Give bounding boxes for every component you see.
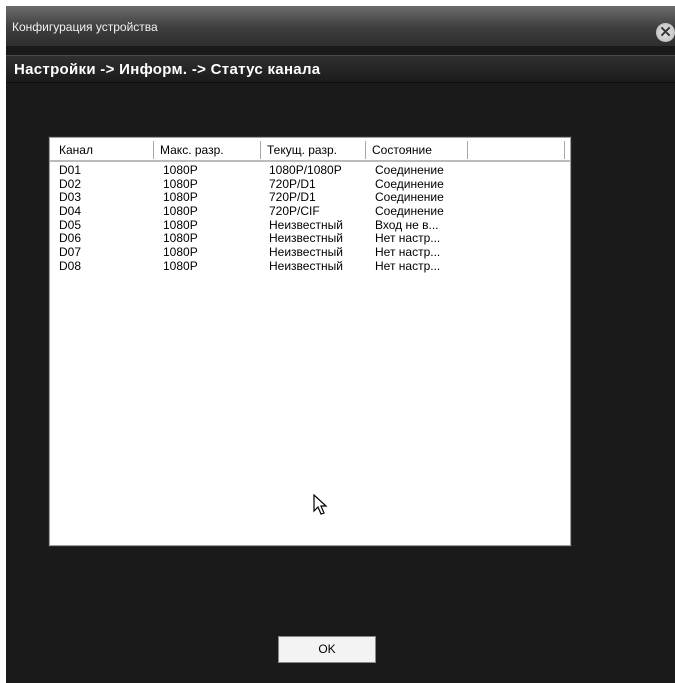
cell-channel: D07 (59, 245, 82, 260)
channel-status-table[interactable]: Канал Макс. разр. Текущ. разр. Состояние… (49, 137, 571, 546)
table-row[interactable]: D05 1080P Неизвестный Вход не в... (50, 218, 570, 232)
cell-max-res: 1080P (163, 163, 198, 177)
cell-max-res: 1080P (163, 204, 198, 219)
cell-max-res: 1080P (163, 258, 198, 273)
breadcrumb-bar: Настройки -> Информ. -> Статус канала (6, 55, 675, 83)
table-row[interactable]: D01 1080P 1080P/1080P Соединение (50, 163, 570, 177)
column-header-channel[interactable]: Канал (53, 141, 154, 159)
title-bar[interactable]: Конфигурация устройства ✕ (6, 6, 675, 46)
cell-max-res: 1080P (163, 190, 198, 205)
cell-status: Вход не в... (375, 217, 439, 232)
cell-current-res: Неизвестный (269, 231, 343, 246)
cell-current-res: Неизвестный (269, 245, 343, 260)
mouse-cursor-icon (313, 494, 328, 515)
cell-max-res: 1080P (163, 245, 198, 260)
cell-channel: D03 (59, 190, 82, 205)
column-header-status[interactable]: Состояние (366, 141, 468, 159)
cell-current-res: Неизвестный (269, 258, 343, 273)
table-body: D01 1080P 1080P/1080P Соединение D02 1080P 720… (50, 163, 570, 273)
cell-status: Нет настр... (375, 245, 441, 260)
cell-status: Соединение (375, 204, 444, 219)
cell-status: Соединение (375, 176, 444, 191)
cell-channel: D08 (59, 258, 82, 273)
column-header-current-res[interactable]: Текущ. разр. (261, 141, 366, 159)
cell-channel: D04 (59, 204, 82, 219)
ok-button[interactable]: OK (278, 636, 376, 663)
cell-current-res: 720P/CIF (269, 204, 320, 219)
cell-channel: D06 (59, 231, 82, 246)
cell-status: Соединение (375, 163, 444, 177)
cell-max-res: 1080P (163, 176, 198, 191)
table-header: Канал Макс. разр. Текущ. разр. Состояние (50, 138, 570, 162)
cell-max-res: 1080P (163, 231, 198, 246)
table-row[interactable]: D07 1080P Неизвестный Нет настр... (50, 245, 570, 259)
cell-max-res: 1080P (163, 217, 198, 232)
config-window: Конфигурация устройства ✕ Настройки -> И… (6, 6, 675, 683)
breadcrumb: Настройки -> Информ. -> Статус канала (14, 61, 321, 78)
table-row[interactable]: D03 1080P 720P/D1 Соединение (50, 190, 570, 204)
cell-status: Соединение (375, 190, 444, 205)
table-row[interactable]: D06 1080P Неизвестный Нет настр... (50, 231, 570, 245)
cell-status: Нет настр... (375, 231, 441, 246)
cell-current-res: 1080P/1080P (269, 163, 342, 177)
cell-current-res: 720P/D1 (269, 176, 316, 191)
window-title: Конфигурация устройства (12, 20, 158, 34)
cell-channel: D02 (59, 176, 82, 191)
cell-status: Нет настр... (375, 258, 441, 273)
column-header-empty[interactable] (468, 141, 565, 159)
column-header-max-res[interactable]: Макс. разр. (154, 141, 261, 159)
close-icon[interactable]: ✕ (656, 23, 675, 42)
cell-channel: D01 (59, 163, 82, 177)
cell-current-res: 720P/D1 (269, 190, 316, 205)
table-row[interactable]: D02 1080P 720P/D1 Соединение (50, 177, 570, 191)
table-row[interactable]: D08 1080P Неизвестный Нет настр... (50, 259, 570, 273)
table-row[interactable]: D04 1080P 720P/CIF Соединение (50, 204, 570, 218)
cell-current-res: Неизвестный (269, 217, 343, 232)
cell-channel: D05 (59, 217, 82, 232)
